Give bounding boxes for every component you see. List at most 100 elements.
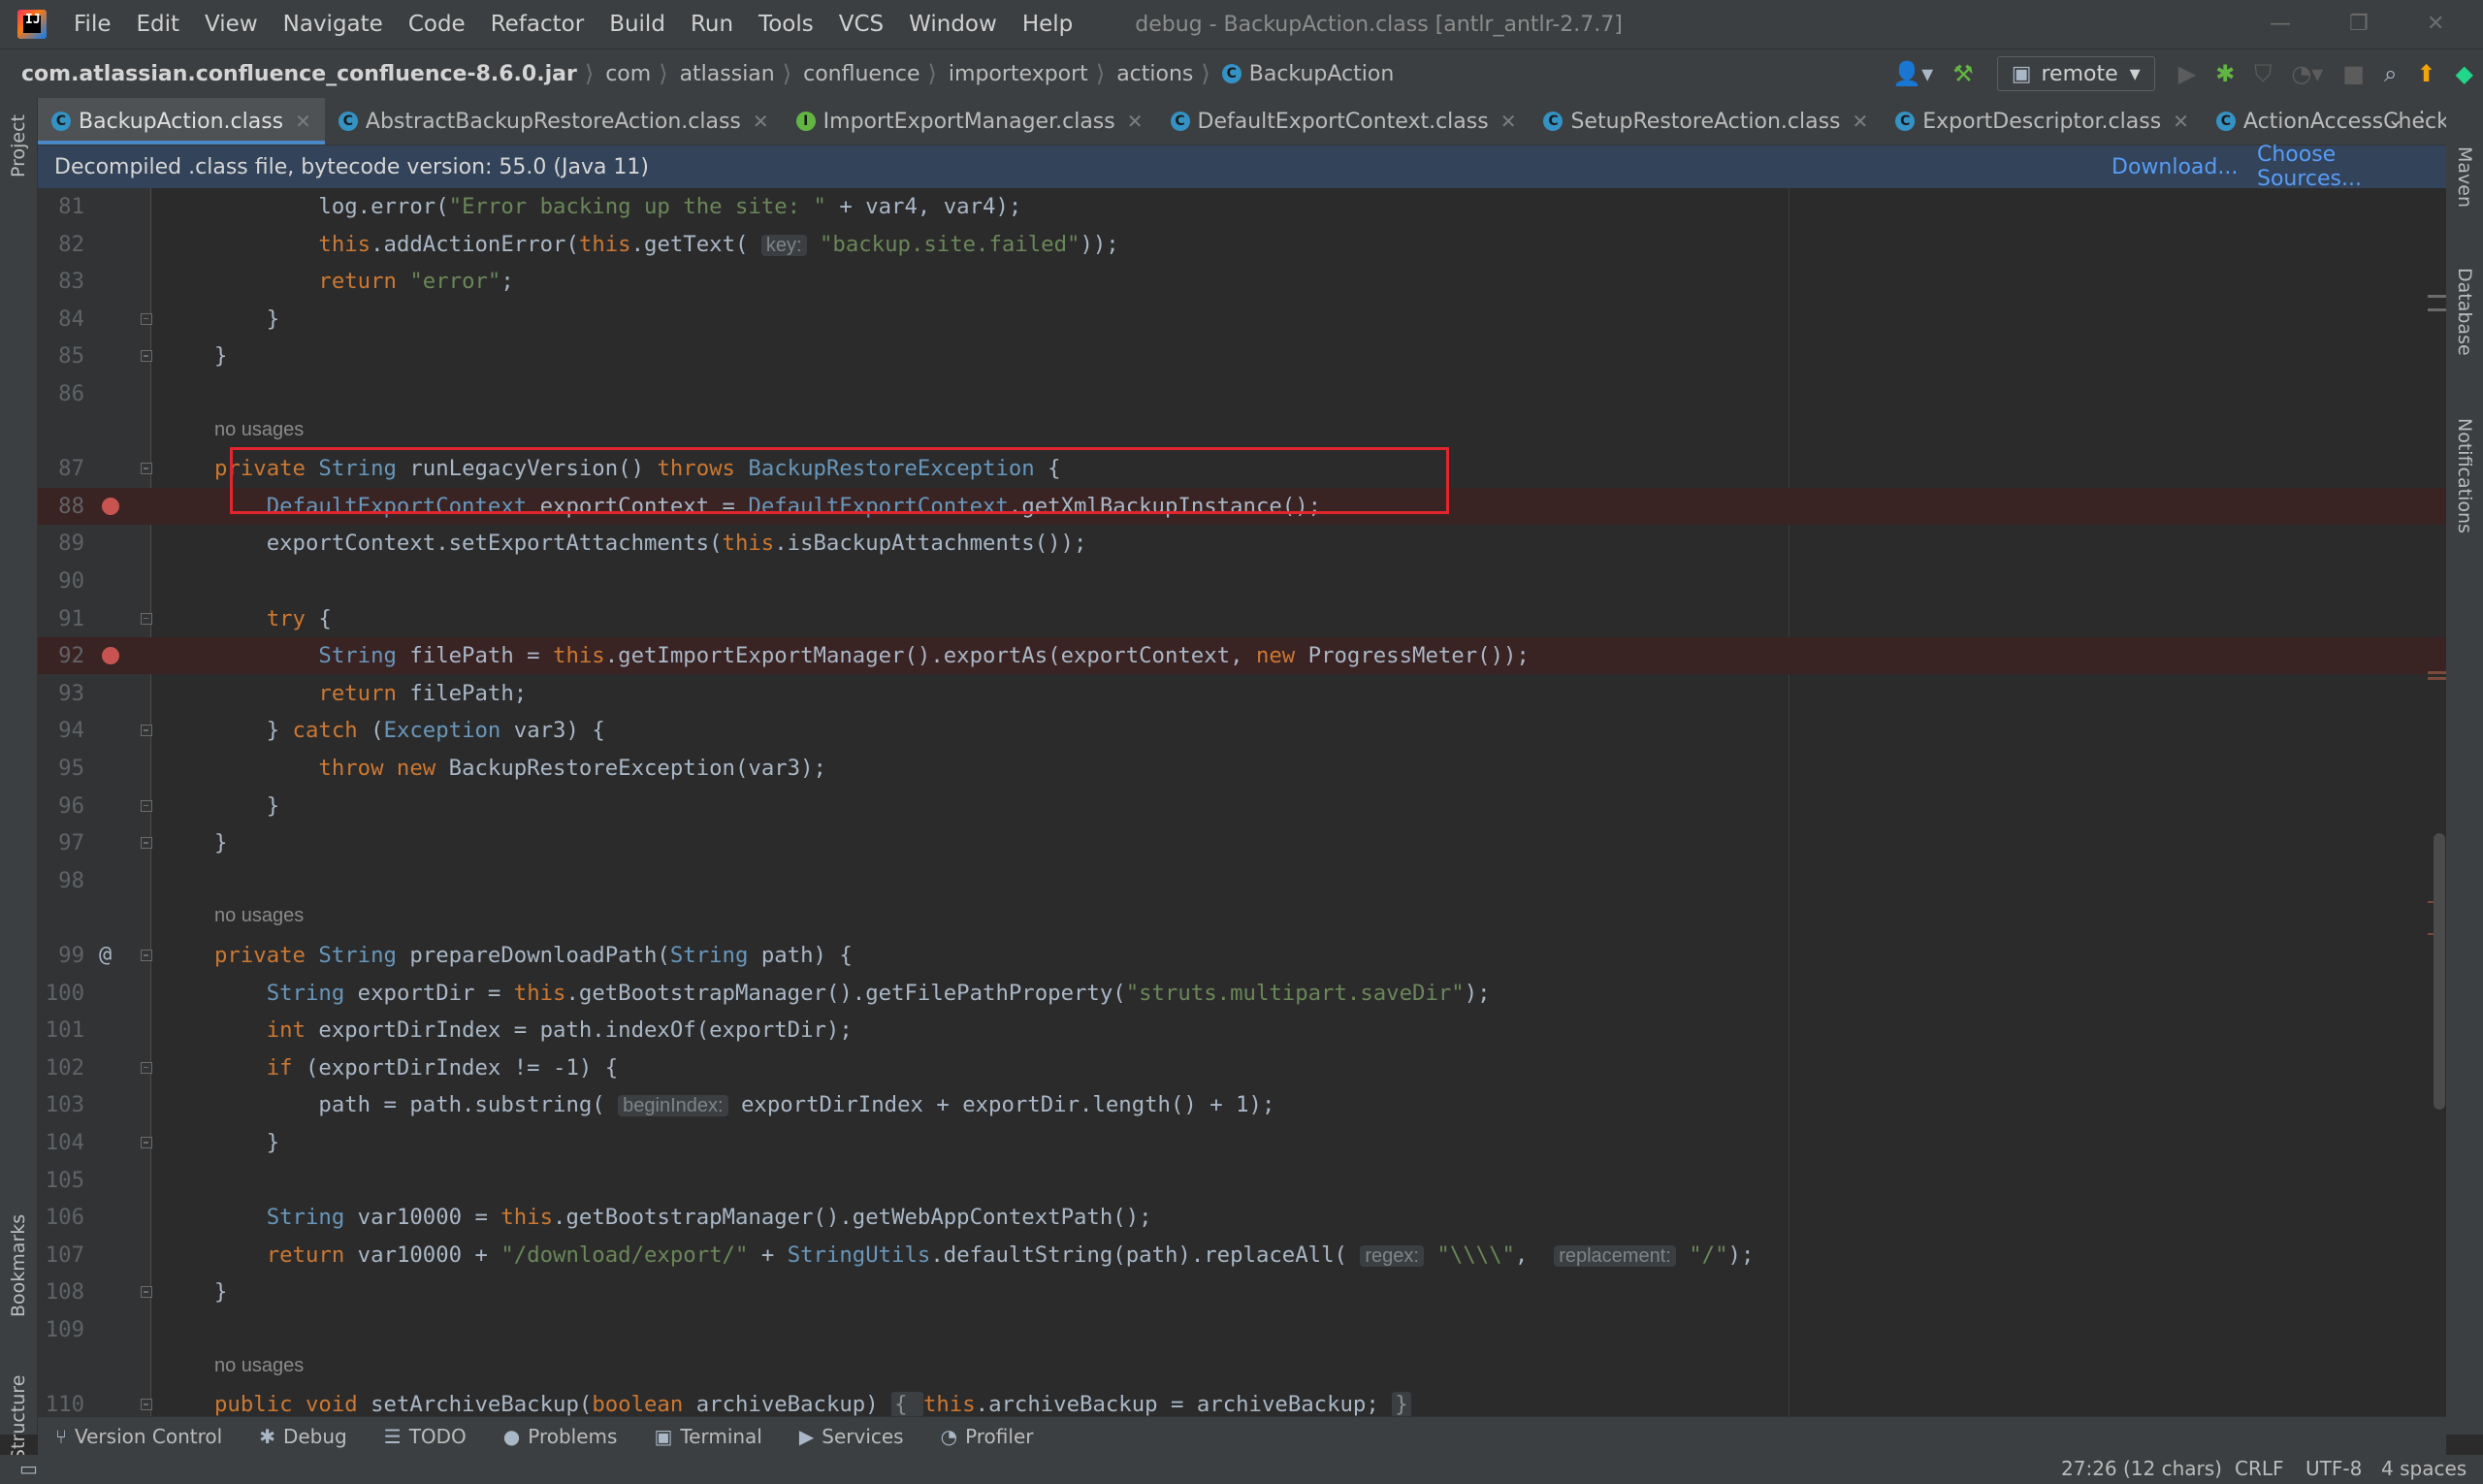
close-window-icon[interactable]: ✕ xyxy=(2427,12,2444,36)
no-usages-hint[interactable]: no usages xyxy=(214,419,304,441)
line-number[interactable]: 81 xyxy=(38,188,84,225)
menu-window[interactable]: Window xyxy=(909,12,997,37)
code-line[interactable]: 107 return var10000 + "/download/export/… xyxy=(38,1237,2446,1274)
line-number[interactable]: 85 xyxy=(38,338,84,374)
no-usages-hint[interactable]: no usages xyxy=(214,905,304,927)
fold-marker-icon[interactable] xyxy=(141,312,152,325)
menu-view[interactable]: View xyxy=(205,12,258,37)
code-line[interactable]: 85} xyxy=(38,338,2446,374)
close-tab-icon[interactable]: ✕ xyxy=(1853,110,1869,133)
line-number[interactable]: 82 xyxy=(38,226,84,263)
code-line[interactable]: 106 String var10000 = this.getBootstrapM… xyxy=(38,1199,2446,1236)
fold-marker-icon[interactable] xyxy=(141,1137,152,1148)
build-hammer-icon[interactable]: ⚒ xyxy=(1952,60,1974,87)
fold-marker-icon[interactable] xyxy=(141,950,152,961)
code-line[interactable]: 103 path = path.substring( beginIndex: e… xyxy=(38,1086,2446,1123)
menu-edit[interactable]: Edit xyxy=(137,12,180,37)
breadcrumb-com[interactable]: com xyxy=(605,62,651,86)
code-line[interactable]: 84 } xyxy=(38,301,2446,338)
fold-marker-icon[interactable] xyxy=(141,350,152,363)
more-tabs-icon[interactable]: ⌄ ⋮ xyxy=(2387,108,2433,132)
profiler-tool[interactable]: ◔ Profiler xyxy=(941,1425,1034,1448)
breadcrumb-actions[interactable]: actions xyxy=(1116,62,1193,86)
code-line[interactable]: 101 int exportDirIndex = path.indexOf(ex… xyxy=(38,1012,2446,1048)
close-tab-icon[interactable]: ✕ xyxy=(295,110,311,133)
code-line[interactable]: 98 xyxy=(38,862,2446,899)
code-line[interactable]: 94 } catch (Exception var3) { xyxy=(38,712,2446,749)
code-line[interactable]: 86 xyxy=(38,375,2446,412)
code-line[interactable]: 109 xyxy=(38,1311,2446,1348)
problems-tool[interactable]: ● Problems xyxy=(503,1425,618,1448)
editor-tab[interactable]: I ImportExportManager.class ✕ xyxy=(783,98,1157,145)
fold-marker-icon[interactable] xyxy=(141,837,152,850)
code-line[interactable]: 99 @ private String prepareDownloadPath(St… xyxy=(38,937,2446,974)
menu-help[interactable]: Help xyxy=(1022,12,1073,37)
line-number[interactable]: 93 xyxy=(38,675,84,712)
line-number[interactable]: 84 xyxy=(38,301,84,338)
update-icon[interactable]: ⬆ xyxy=(2416,60,2435,87)
code-line[interactable]: 81 log.error("Error backing up the site:… xyxy=(38,188,2446,225)
search-icon[interactable]: ⌕ xyxy=(2384,60,2397,87)
code-line[interactable]: 92 String filePath = this.getImportExpor… xyxy=(38,637,2446,675)
line-number[interactable]: 90 xyxy=(38,563,84,599)
code-line[interactable]: 93 return filePath; xyxy=(38,675,2446,712)
debug-icon[interactable]: ✱ xyxy=(2215,60,2235,87)
line-number[interactable]: 94 xyxy=(38,712,84,749)
line-number[interactable]: 105 xyxy=(38,1162,84,1199)
restore-icon[interactable]: ❐ xyxy=(2349,12,2369,36)
line-number[interactable]: 95 xyxy=(38,750,84,787)
line-number[interactable]: 92 xyxy=(38,637,84,674)
code-line[interactable]: 83 return "error"; xyxy=(38,263,2446,300)
line-number[interactable]: 89 xyxy=(38,525,84,562)
breadcrumb-importexport[interactable]: importexport xyxy=(949,62,1088,86)
menu-refactor[interactable]: Refactor xyxy=(491,12,584,37)
fold-marker-icon[interactable] xyxy=(141,612,152,625)
indent-setting[interactable]: 4 spaces xyxy=(2381,1457,2467,1480)
structure-tool-tab[interactable]: Structure xyxy=(8,1375,29,1461)
vertical-scrollbar-thumb[interactable] xyxy=(2434,833,2445,1110)
version-control-tool[interactable]: ⑂ Version Control xyxy=(55,1425,222,1448)
line-number[interactable]: 109 xyxy=(38,1311,84,1348)
jetbrains-ai-icon[interactable]: ◆ xyxy=(2456,60,2473,87)
editor-tab[interactable]: C AbstractBackupRestoreAction.class ✕ xyxy=(325,98,783,145)
breadcrumb-jar[interactable]: com.atlassian.confluence_confluence-8.6.… xyxy=(21,62,577,86)
user-icon[interactable]: 👤▾ xyxy=(1892,60,1933,87)
fold-marker-icon[interactable] xyxy=(141,799,152,812)
code-line[interactable]: 95 throw new BackupRestoreException(var3… xyxy=(38,750,2446,787)
menu-vcs[interactable]: VCS xyxy=(839,12,884,37)
minimize-icon[interactable]: — xyxy=(2270,12,2291,36)
editor-tab[interactable]: C ExportDescriptor.class ✕ xyxy=(1882,98,2203,145)
breadcrumb-class[interactable]: BackupAction xyxy=(1249,62,1395,86)
line-number[interactable]: 107 xyxy=(38,1237,84,1274)
notifications-tool-tab[interactable]: Notifications xyxy=(2454,418,2475,533)
fold-marker-icon[interactable] xyxy=(141,463,152,475)
line-number[interactable]: 103 xyxy=(38,1086,84,1123)
code-line[interactable]: 102 if (exportDirIndex != -1) { xyxy=(38,1049,2446,1086)
database-tool-tab[interactable]: Database xyxy=(2454,268,2475,356)
code-line[interactable]: 104 } xyxy=(38,1124,2446,1161)
line-number[interactable]: 96 xyxy=(38,788,84,824)
line-number[interactable]: 106 xyxy=(38,1199,84,1236)
line-number[interactable]: 98 xyxy=(38,862,84,899)
menu-code[interactable]: Code xyxy=(408,12,466,37)
menu-navigate[interactable]: Navigate xyxy=(283,12,383,37)
code-line[interactable]: 91 try { xyxy=(38,600,2446,637)
breakpoint-icon[interactable] xyxy=(102,647,119,665)
line-number[interactable]: 83 xyxy=(38,263,84,300)
editor-tab[interactable]: C BackupAction.class ✕ xyxy=(38,98,325,145)
line-number[interactable]: 91 xyxy=(38,600,84,637)
menu-file[interactable]: File xyxy=(74,12,112,37)
breakpoint-icon[interactable] xyxy=(102,497,119,515)
fold-marker-icon[interactable] xyxy=(141,725,152,737)
download-sources-link[interactable]: Download... xyxy=(2112,155,2238,179)
fold-marker-icon[interactable] xyxy=(141,1286,152,1299)
breadcrumb-confluence[interactable]: confluence xyxy=(803,62,919,86)
line-number[interactable]: 88 xyxy=(38,488,84,525)
menu-tools[interactable]: Tools xyxy=(758,12,814,37)
line-number[interactable]: 100 xyxy=(38,975,84,1012)
code-editor[interactable]: 81 log.error("Error backing up the site:… xyxy=(38,188,2446,1416)
line-number[interactable]: 87 xyxy=(38,450,84,487)
services-tool[interactable]: ▶ Services xyxy=(799,1425,904,1448)
tool-windows-toggle-icon[interactable]: ▭ xyxy=(19,1457,38,1480)
code-line[interactable]: 82 this.addActionError(this.getText( key… xyxy=(38,226,2446,263)
